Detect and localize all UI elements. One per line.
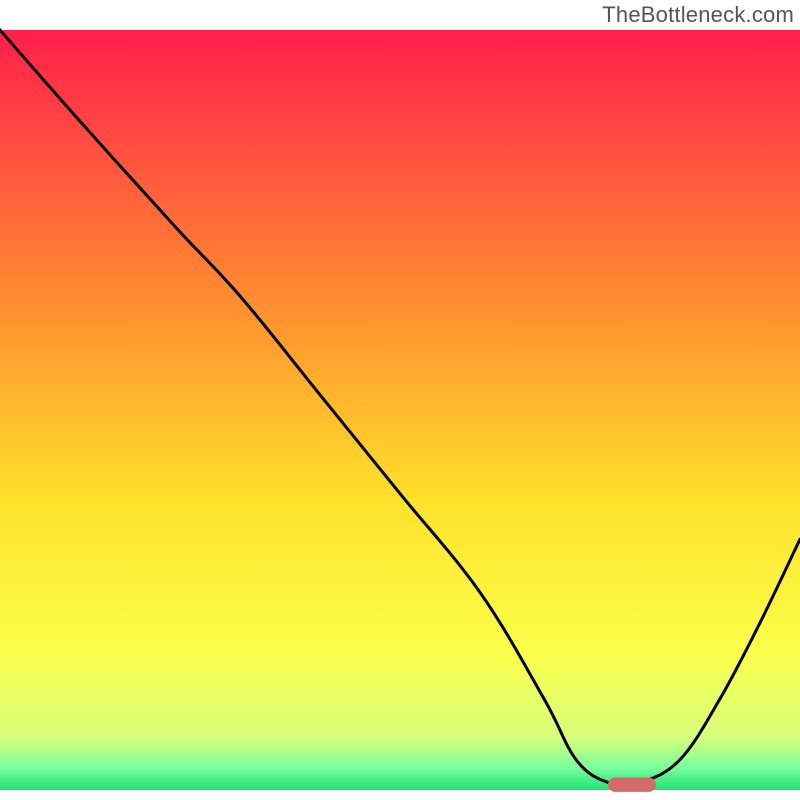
watermark-text: TheBottleneck.com <box>602 2 794 28</box>
chart-svg <box>0 0 800 800</box>
gradient-background <box>0 30 800 790</box>
optimal-range-marker <box>608 777 656 791</box>
chart-plot <box>0 0 800 800</box>
chart-stage: TheBottleneck.com <box>0 0 800 800</box>
axis-strip <box>0 790 800 800</box>
